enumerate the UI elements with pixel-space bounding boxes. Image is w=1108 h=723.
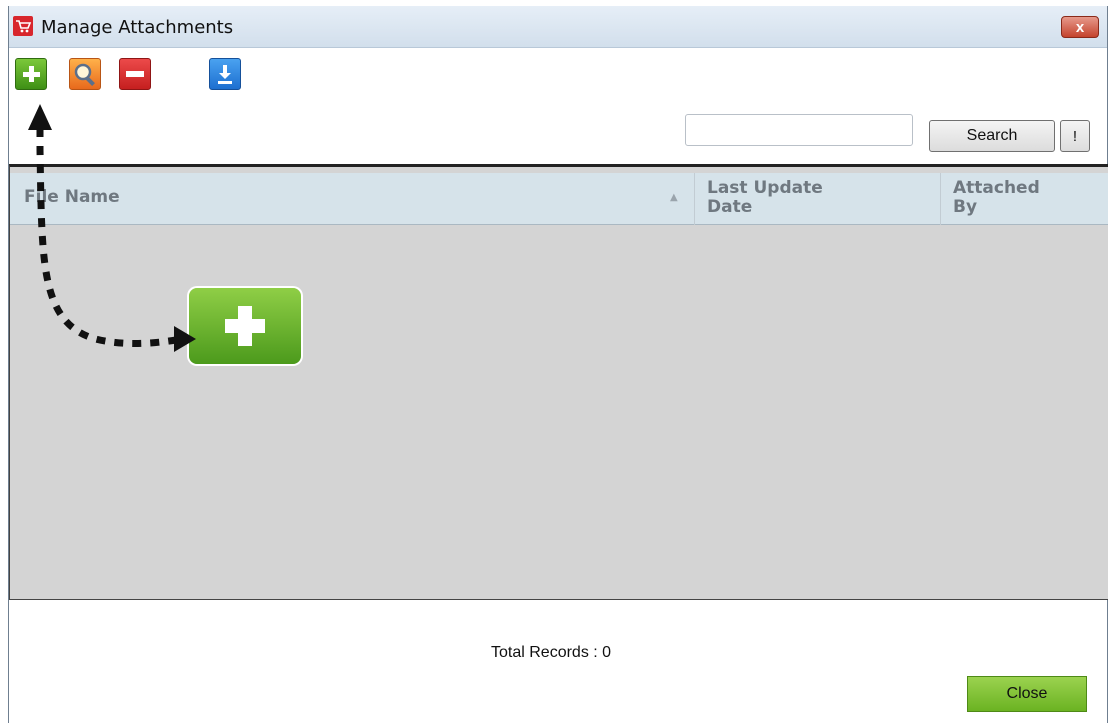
magnifier-icon [74, 63, 95, 86]
column-header-attached-by[interactable]: Attached By [940, 173, 1108, 225]
total-records: Total Records : 0 [491, 644, 612, 661]
window-close-button[interactable]: x [1061, 16, 1099, 38]
window-title: Manage Attachments [41, 17, 234, 38]
plus-icon [23, 66, 40, 82]
remove-attachment-button[interactable] [119, 58, 151, 90]
column-header-label: Attached By [953, 178, 1040, 217]
column-header-label: File Name [24, 187, 120, 207]
column-header-last-update-date[interactable]: Last Update Date [694, 173, 940, 225]
view-attachment-button[interactable] [69, 58, 101, 90]
search-button[interactable]: Search [929, 120, 1055, 152]
search-input[interactable] [685, 114, 913, 146]
close-icon: x [1075, 18, 1085, 36]
download-attachment-button[interactable] [209, 58, 241, 90]
add-attachment-button[interactable] [15, 58, 47, 90]
clear-search-button[interactable]: ! [1060, 120, 1090, 152]
close-button[interactable]: Close [967, 676, 1087, 712]
column-header-file-name[interactable]: File Name ▲ [10, 173, 694, 225]
plus-icon [225, 306, 265, 346]
attachments-grid: File Name ▲ Last Update Date Attached By [9, 164, 1108, 600]
title-bar: Manage Attachments x [9, 6, 1107, 48]
manage-attachments-window: Manage Attachments x Search ! File Name … [8, 6, 1108, 723]
download-icon [218, 65, 232, 84]
add-button-callout [189, 288, 301, 364]
shopping-cart-icon [13, 16, 33, 36]
sort-ascending-icon: ▲ [670, 192, 678, 203]
grid-header: File Name ▲ Last Update Date Attached By [10, 173, 1108, 225]
column-header-label: Last Update Date [707, 178, 823, 217]
minus-icon [126, 71, 144, 77]
